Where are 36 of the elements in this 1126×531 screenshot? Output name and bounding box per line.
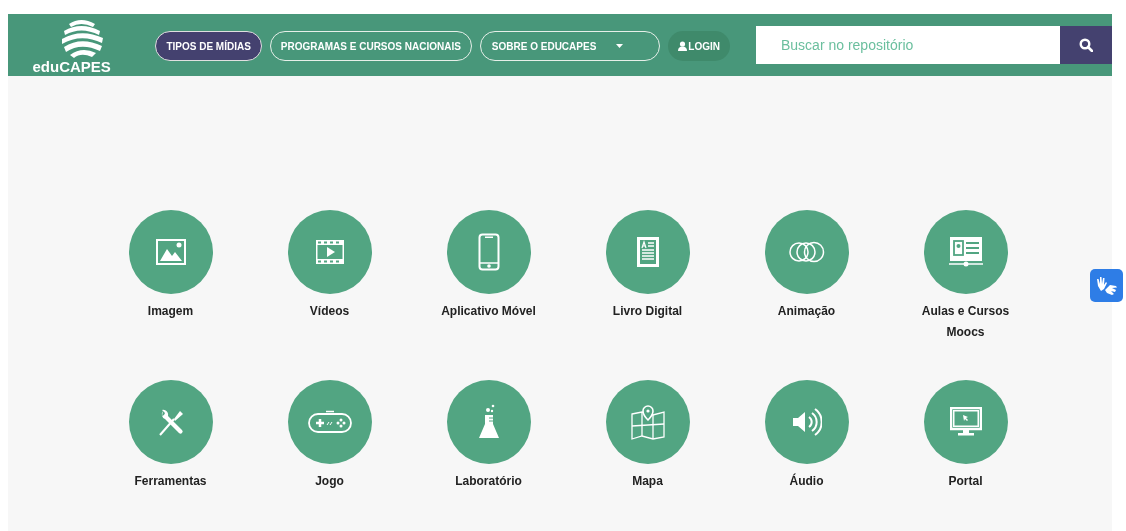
media-type-label[interactable]: Imagem [115, 301, 226, 322]
search-icon [1079, 38, 1093, 52]
search-button[interactable] [1060, 26, 1112, 64]
user-icon [678, 41, 688, 51]
media-type-label[interactable]: Vídeos [274, 301, 385, 322]
image-icon [155, 239, 186, 265]
media-type-label[interactable]: Mapa [592, 471, 703, 492]
search-field[interactable]: Buscar no repositório [756, 26, 1060, 64]
film-icon [315, 240, 344, 264]
media-type-label[interactable]: Portal [910, 471, 1021, 492]
media-type-label[interactable]: Jogo [274, 471, 385, 492]
media-type-label[interactable]: Laboratório [433, 471, 544, 492]
media-type-label[interactable]: Aplicativo Móvel [433, 301, 544, 322]
media-type-label[interactable]: Livro Digital [592, 301, 703, 322]
gamepad-icon [307, 410, 352, 434]
nav-dropdown-label: SOBRE O EDUCAPES [491, 39, 597, 54]
nav-tab[interactable]: TIPOS DE MÍDIAS [155, 31, 262, 61]
phone-icon [477, 233, 500, 271]
login-button[interactable]: LOGIN [668, 31, 730, 61]
circles-icon [788, 241, 825, 263]
logo-text[interactable]: eduCAPES [32, 58, 111, 76]
media-type-label[interactable]: Ferramentas [115, 471, 226, 492]
media-type-label[interactable]: Aulas e Cursos Moocs [910, 301, 1021, 343]
caret-icon [616, 44, 624, 48]
presentation-icon [948, 236, 983, 268]
login-label: LOGIN [688, 39, 720, 54]
speaker-icon [791, 407, 822, 437]
flask-icon [477, 404, 500, 440]
sign-language-button[interactable] [1090, 269, 1123, 302]
ebook-icon [635, 236, 660, 268]
map-icon [630, 404, 665, 440]
hands-icon [1095, 275, 1118, 296]
media-type-label[interactable]: Animação [751, 301, 862, 322]
media-type-label[interactable]: Áudio [751, 471, 862, 492]
tools-icon [156, 408, 185, 436]
monitor-icon [949, 407, 982, 437]
